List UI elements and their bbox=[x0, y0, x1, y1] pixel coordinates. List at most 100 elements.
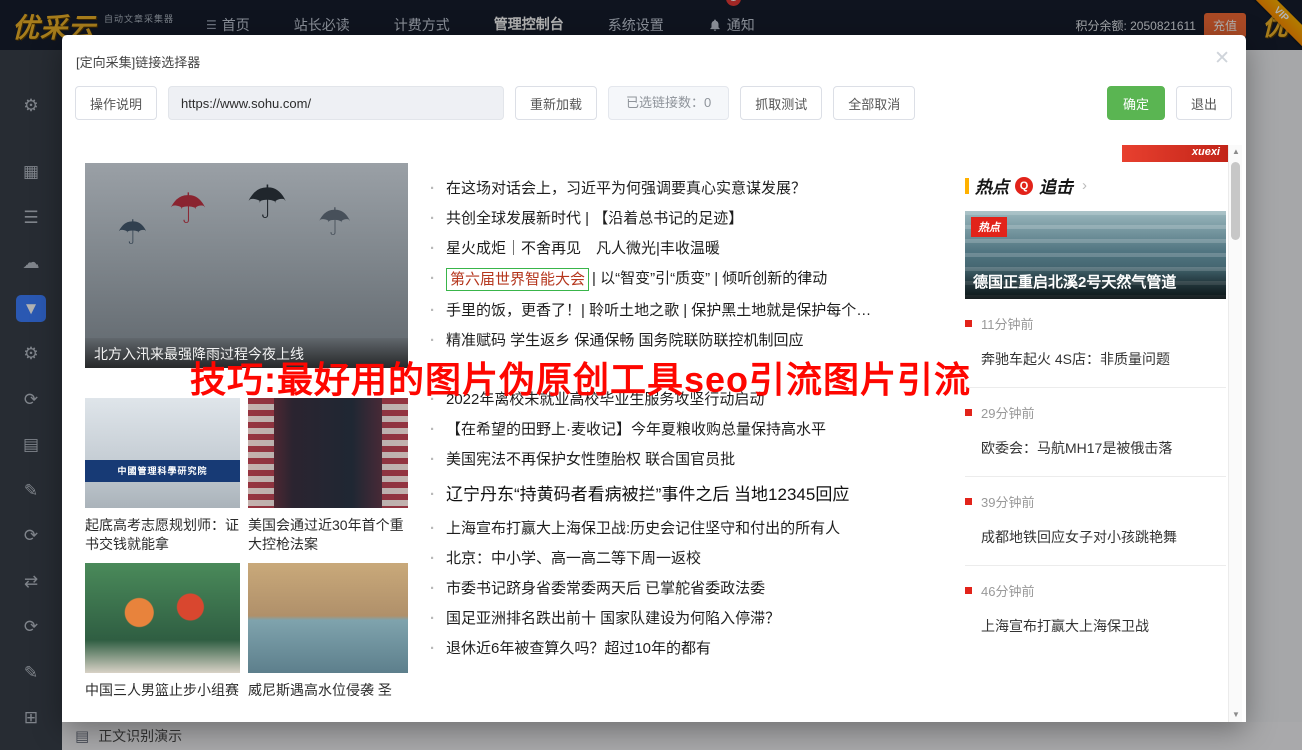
timeline-item[interactable]: 39分钟前 成都地铁回应女子对小孩跳艳舞 bbox=[965, 477, 1226, 566]
chevron-right-icon: › bbox=[1082, 177, 1087, 194]
bullet-icon bbox=[430, 178, 446, 199]
fetch-test-button[interactable]: 抓取测试 bbox=[740, 86, 822, 120]
bullet-icon bbox=[430, 238, 446, 259]
timeline-title[interactable]: 上海宣布打赢大上海保卫战 bbox=[981, 616, 1226, 636]
hot-title-left: 热点 bbox=[975, 173, 1009, 198]
venice-photo bbox=[248, 563, 408, 673]
red-square-icon bbox=[965, 320, 972, 327]
umbrella-icon: ☂ bbox=[247, 179, 288, 225]
selected-count: 已选链接数：0 bbox=[608, 86, 729, 120]
bullet-icon bbox=[430, 268, 446, 289]
exit-button[interactable]: 退出 bbox=[1176, 86, 1232, 120]
timeline-time: 46分钟前 bbox=[981, 581, 1034, 600]
scrollbar[interactable]: ▲ ▼ bbox=[1228, 145, 1242, 722]
news-link[interactable]: 精准赋码 学生返乡 保通保畅 国务院联防联控机制回应 bbox=[446, 330, 804, 351]
news-row: 市委书记跻身省委常委两天后 已掌舵省委政法委 bbox=[430, 578, 970, 599]
news-link[interactable]: 【在希望的田野上·麦收记】今年夏粮收购总量保持高水平 bbox=[446, 419, 826, 440]
dialog-toolbar: 操作说明 重新加载 已选链接数：0 抓取测试 全部取消 确定 退出 bbox=[62, 71, 1246, 120]
red-square-icon bbox=[965, 498, 972, 505]
news-photo-card[interactable]: 美国会通过近30年首个重大控枪法案 bbox=[248, 398, 408, 554]
red-square-icon bbox=[965, 409, 972, 416]
scroll-down-icon[interactable]: ▼ bbox=[1229, 708, 1243, 722]
bullet-icon bbox=[430, 608, 446, 629]
news-row: 北京：中小学、高一高二等下周一返校 bbox=[430, 548, 970, 569]
hot-feature-photo[interactable]: 热点 德国正重启北溪2号天然气管道 bbox=[965, 211, 1226, 299]
hero-photo[interactable]: ☂ ☂ ☂ ☂ 北方入汛来最强降雨过程今夜上线 bbox=[85, 163, 408, 368]
news-link[interactable]: 在这场对话会上，习近平为何强调要真心实意谋发展？ bbox=[446, 178, 806, 199]
timeline-time: 11分钟前 bbox=[981, 314, 1034, 333]
news-row: 共创全球发展新时代 | 【沿着总书记的足迹】 bbox=[430, 208, 970, 229]
news-row: 上海宣布打赢大上海保卫战:历史会记住坚守和付出的所有人 bbox=[430, 518, 970, 539]
red-watermark-text: 技巧:最好用的图片伪原创工具seo引流图片引流 bbox=[190, 351, 1190, 403]
news-link[interactable]: 辽宁丹东“持黄码者看病被拦”事件之后 当地12345回应 bbox=[446, 484, 849, 505]
hot-badge: 热点 bbox=[971, 217, 1007, 237]
biden-photo bbox=[248, 398, 408, 508]
news-photo-card[interactable]: 威尼斯遇高水位侵袭 圣 bbox=[248, 563, 408, 700]
dialog-title: [定向采集]链接选择器 bbox=[62, 35, 1246, 71]
close-icon[interactable]: ✕ bbox=[1214, 49, 1230, 68]
hot-feature-caption[interactable]: 德国正重启北溪2号天然气管道 bbox=[965, 266, 1226, 299]
news-link[interactable]: 美国宪法不再保护女性堕胎权 联合国官员批 bbox=[446, 449, 735, 470]
news-row: 第六届世界智能大会 | 以“智变”引“质变” | 倾听创新的律动 bbox=[430, 268, 970, 291]
building-sign: 中國管理科學研究院 bbox=[85, 460, 240, 482]
bullet-icon bbox=[430, 419, 446, 440]
basketball-photo bbox=[85, 563, 240, 673]
news-row: 国足亚洲排名跌出前十 国家队建设为何陷入停滞？ bbox=[430, 608, 970, 629]
flag-stripes bbox=[382, 398, 408, 508]
embedded-webpage: xuexi ☂ ☂ ☂ ☂ 北方入汛来最强降雨过程今夜上线 中國管理科學研究院 … bbox=[62, 145, 1246, 722]
bullet-icon bbox=[430, 578, 446, 599]
news-link[interactable]: 退休近6年被查算久吗？超过10年的都有 bbox=[446, 638, 711, 659]
screen: 优采云 自动文章采集器 ☰ 首页 站长必读 计费方式 管理控制台 系统设置 通知 bbox=[0, 0, 1302, 750]
bullet-icon bbox=[430, 330, 446, 351]
reload-button[interactable]: 重新加载 bbox=[515, 86, 597, 120]
bullet-icon bbox=[430, 638, 446, 659]
sohu-logo-icon: Q bbox=[1015, 177, 1033, 195]
hot-pursuit-sidebar: 热点 Q 追击 › 热点 德国正重启北溪2号天然气管道 11分钟前 奔驰车起火 … bbox=[965, 173, 1226, 654]
news-link[interactable]: 星火成炬｜不舍再见 凡人微光|丰收温暖 bbox=[446, 238, 720, 259]
bullet-icon bbox=[430, 300, 446, 321]
help-button[interactable]: 操作说明 bbox=[75, 86, 157, 120]
building-photo: 中國管理科學研究院 bbox=[85, 398, 240, 508]
timeline-time: 39分钟前 bbox=[981, 492, 1034, 511]
photo-caption[interactable]: 起底高考志愿规划师：证书交钱就能拿 bbox=[85, 516, 240, 554]
news-link[interactable]: 北京：中小学、高一高二等下周一返校 bbox=[446, 548, 701, 569]
photo-caption[interactable]: 威尼斯遇高水位侵袭 圣 bbox=[248, 681, 408, 700]
timeline-title[interactable]: 欧委会：马航MH17是被俄击落 bbox=[981, 438, 1226, 458]
news-link[interactable]: 手里的饭，更香了！| 聆听土地之歌 | 保护黑土地就是保护每个… bbox=[446, 300, 871, 321]
timeline-title[interactable]: 成都地铁回应女子对小孩跳艳舞 bbox=[981, 527, 1226, 547]
bullet-icon bbox=[430, 484, 446, 505]
photo-caption[interactable]: 美国会通过近30年首个重大控枪法案 bbox=[248, 516, 408, 554]
photo-caption[interactable]: 中国三人男篮止步小组赛 bbox=[85, 681, 240, 700]
scrollbar-thumb[interactable] bbox=[1231, 162, 1240, 240]
hot-pursuit-header[interactable]: 热点 Q 追击 › bbox=[965, 173, 1226, 198]
news-link[interactable]: 国足亚洲排名跌出前十 国家队建设为何陷入停滞？ bbox=[446, 608, 780, 629]
news-row: 辽宁丹东“持黄码者看病被拦”事件之后 当地12345回应 bbox=[430, 484, 970, 505]
red-square-icon bbox=[965, 587, 972, 594]
news-link-selected[interactable]: 第六届世界智能大会 bbox=[446, 268, 589, 291]
link-selector-dialog: [定向采集]链接选择器 ✕ 操作说明 重新加载 已选链接数：0 抓取测试 全部取… bbox=[62, 35, 1246, 722]
news-row: 星火成炬｜不舍再见 凡人微光|丰收温暖 bbox=[430, 238, 970, 259]
news-photo-card[interactable]: 中国三人男篮止步小组赛 bbox=[85, 563, 240, 700]
promo-banner[interactable]: xuexi bbox=[1122, 145, 1228, 162]
news-row: 手里的饭，更香了！| 聆听土地之歌 | 保护黑土地就是保护每个… bbox=[430, 300, 970, 321]
bullet-icon bbox=[430, 518, 446, 539]
confirm-button[interactable]: 确定 bbox=[1107, 86, 1165, 120]
hot-title-right: 追击 bbox=[1039, 173, 1073, 198]
cancel-all-button[interactable]: 全部取消 bbox=[833, 86, 915, 120]
news-list: 在这场对话会上，习近平为何强调要真心实意谋发展？ 共创全球发展新时代 | 【沿着… bbox=[430, 178, 970, 668]
umbrella-icon: ☂ bbox=[318, 204, 352, 242]
news-row: 美国宪法不再保护女性堕胎权 联合国官员批 bbox=[430, 449, 970, 470]
umbrella-icon: ☂ bbox=[169, 188, 207, 230]
news-link[interactable]: 市委书记跻身省委常委两天后 已掌舵省委政法委 bbox=[446, 578, 765, 599]
url-input[interactable] bbox=[168, 86, 504, 120]
news-link[interactable]: | 以“智变”引“质变” | 倾听创新的律动 bbox=[592, 268, 827, 289]
news-photo-card[interactable]: 中國管理科學研究院 起底高考志愿规划师：证书交钱就能拿 bbox=[85, 398, 240, 554]
news-link[interactable]: 共创全球发展新时代 | 【沿着总书记的足迹】 bbox=[446, 208, 743, 229]
timeline-item[interactable]: 46分钟前 上海宣布打赢大上海保卫战 bbox=[965, 566, 1226, 654]
yellow-bar-icon bbox=[965, 178, 969, 194]
flag-stripes bbox=[248, 398, 274, 508]
news-row: 【在希望的田野上·麦收记】今年夏粮收购总量保持高水平 bbox=[430, 419, 970, 440]
news-link[interactable]: 上海宣布打赢大上海保卫战:历史会记住坚守和付出的所有人 bbox=[446, 518, 840, 539]
umbrella-icon: ☂ bbox=[117, 216, 147, 250]
scroll-up-icon[interactable]: ▲ bbox=[1229, 145, 1243, 159]
